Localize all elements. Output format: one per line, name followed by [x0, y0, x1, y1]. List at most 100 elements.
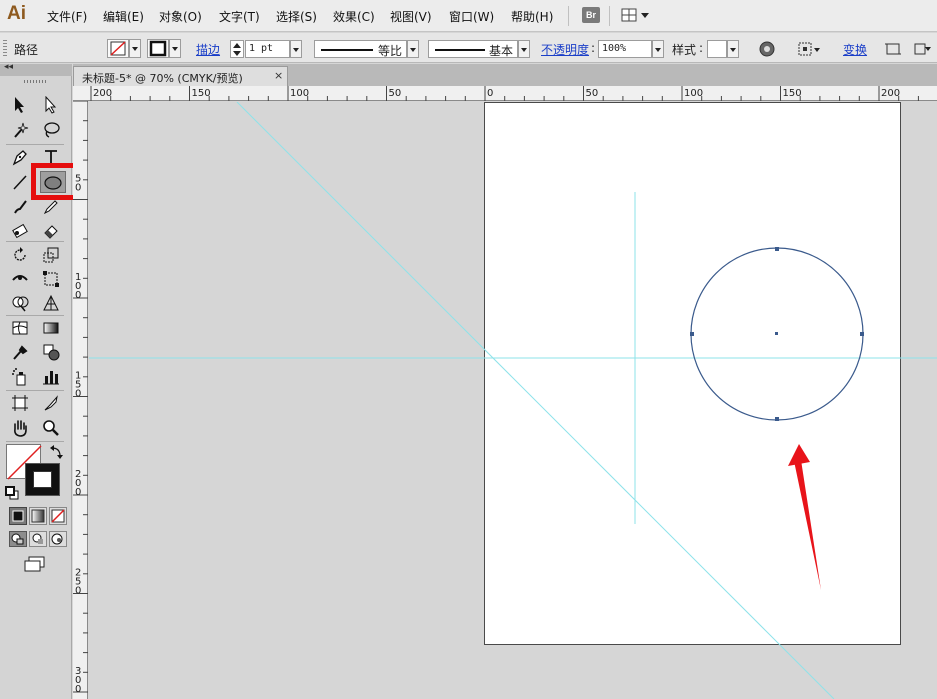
magic-wand-tool[interactable]: [9, 119, 31, 141]
shape-builder-tool[interactable]: [9, 292, 31, 314]
menu-type[interactable]: 文字(T): [219, 8, 260, 25]
direct-selection-tool[interactable]: [40, 94, 62, 116]
arrange-documents-button[interactable]: [621, 8, 651, 22]
canvas[interactable]: [89, 102, 937, 699]
none-mode-button[interactable]: [49, 507, 67, 525]
eraser-tool[interactable]: [40, 219, 62, 241]
blend-tool[interactable]: [40, 341, 62, 363]
panel-grip[interactable]: [24, 80, 48, 83]
draw-normal-icon: [11, 533, 24, 545]
default-colors-button[interactable]: [5, 486, 19, 500]
isolate-button[interactable]: [883, 39, 903, 59]
ruler-label-digit: 0: [75, 586, 81, 597]
artboard-tool[interactable]: [9, 392, 31, 414]
anchor-point[interactable]: [690, 332, 694, 336]
stroke-swatch[interactable]: [147, 39, 169, 58]
style-label: 样式: [672, 43, 697, 57]
document-tab[interactable]: 未标题-5* @ 70% (CMYK/预览) ×: [73, 66, 288, 86]
close-icon[interactable]: ×: [274, 69, 283, 82]
tools-panel-header[interactable]: ◂◂: [0, 62, 72, 76]
panel-grip[interactable]: [3, 40, 7, 56]
tool-separator: [6, 315, 64, 316]
menu-object[interactable]: 对象(O): [159, 8, 202, 25]
hand-tool[interactable]: [9, 417, 31, 439]
menu-help[interactable]: 帮助(H): [511, 8, 553, 25]
width-icon: [12, 275, 28, 281]
stroke-dropdown[interactable]: [169, 39, 181, 58]
perspective-grid-tool[interactable]: [40, 292, 62, 314]
color-mode-button[interactable]: [9, 507, 27, 525]
draw-normal-button[interactable]: [9, 531, 27, 547]
vertical-ruler[interactable]: 50100150200250300: [73, 100, 88, 699]
menu-separator: [568, 6, 569, 26]
selection-tool[interactable]: [9, 94, 31, 116]
fill-dropdown[interactable]: [129, 39, 141, 58]
stroke-color-box[interactable]: [25, 463, 60, 496]
diagonal-guide[interactable]: [236, 102, 835, 699]
gradient-tool[interactable]: [40, 317, 62, 339]
ruler-label-digit: 0: [75, 487, 81, 498]
lasso-tool[interactable]: [40, 119, 62, 141]
artboard-icon: [12, 395, 28, 411]
ruler-label: 100: [290, 88, 309, 99]
no-fill-icon: [110, 41, 126, 56]
style-dropdown[interactable]: [727, 40, 739, 58]
screen-mode-icon: [24, 556, 45, 572]
bridge-button[interactable]: Br: [582, 7, 600, 23]
anchor-point[interactable]: [775, 247, 779, 251]
anchor-point[interactable]: [775, 417, 779, 421]
anchor-point[interactable]: [860, 332, 864, 336]
swap-fill-stroke-button[interactable]: [49, 445, 63, 459]
variable-width-profile[interactable]: 等比: [314, 40, 407, 58]
horizontal-ruler[interactable]: 200 150 100 50 0 50 100 150 200: [73, 86, 937, 101]
opacity-input[interactable]: 100%: [598, 40, 652, 58]
style-colon: :: [699, 41, 704, 55]
free-transform-tool[interactable]: [40, 268, 62, 290]
stroke-panel-link[interactable]: 描边: [196, 41, 220, 58]
gradient-mode-button[interactable]: [29, 507, 47, 525]
menu-window[interactable]: 窗口(W): [449, 8, 494, 25]
stroke-weight-dropdown[interactable]: [290, 40, 302, 58]
menu-edit[interactable]: 编辑(E): [103, 8, 144, 25]
menu-view[interactable]: 视图(V): [390, 8, 432, 25]
width-tool[interactable]: [9, 268, 31, 290]
blob-brush-tool[interactable]: [9, 219, 31, 241]
panel-options-button[interactable]: [912, 39, 932, 59]
draw-inside-button[interactable]: [49, 531, 67, 547]
hollow-arrow-icon: [45, 96, 57, 114]
change-screen-mode-button[interactable]: [23, 555, 47, 573]
pen-tool[interactable]: [9, 146, 31, 168]
rotate-tool[interactable]: [9, 244, 31, 266]
fill-swatch[interactable]: [107, 39, 129, 58]
scale-tool[interactable]: [40, 244, 62, 266]
brush-dropdown[interactable]: [518, 40, 530, 58]
opacity-panel-link[interactable]: 不透明度: [541, 41, 589, 58]
graphic-style-swatch[interactable]: [707, 40, 727, 58]
recolor-artwork-button[interactable]: [757, 39, 777, 59]
mesh-tool[interactable]: [9, 317, 31, 339]
stroke-weight-stepper[interactable]: [230, 40, 244, 58]
eyedropper-tool[interactable]: [9, 341, 31, 363]
menu-file[interactable]: 文件(F): [47, 8, 87, 25]
menu-effect[interactable]: 效果(C): [333, 8, 375, 25]
brush-definition[interactable]: 基本: [428, 40, 518, 58]
symbol-sprayer-tool[interactable]: [9, 366, 31, 388]
profile-dropdown[interactable]: [407, 40, 419, 58]
transform-panel-link[interactable]: 变换: [843, 41, 867, 58]
zoom-tool[interactable]: [40, 417, 62, 439]
collapse-icon[interactable]: ◂◂: [4, 62, 13, 72]
eyedropper-icon: [13, 345, 28, 360]
eraser-icon: [44, 225, 58, 239]
slice-tool[interactable]: [40, 392, 62, 414]
column-graph-tool[interactable]: [40, 366, 62, 388]
draw-behind-button[interactable]: [29, 531, 47, 547]
stroke-weight-input[interactable]: 1 pt: [245, 40, 290, 58]
gradient-swatch-icon: [31, 509, 45, 523]
menu-select[interactable]: 选择(S): [276, 8, 317, 25]
paintbrush-tool[interactable]: [9, 196, 31, 218]
align-to-button[interactable]: [797, 39, 823, 59]
pencil-tool[interactable]: [40, 196, 62, 218]
opacity-dropdown[interactable]: [652, 40, 664, 58]
line-segment-tool[interactable]: [9, 171, 31, 193]
column-graph-icon: [43, 371, 59, 385]
